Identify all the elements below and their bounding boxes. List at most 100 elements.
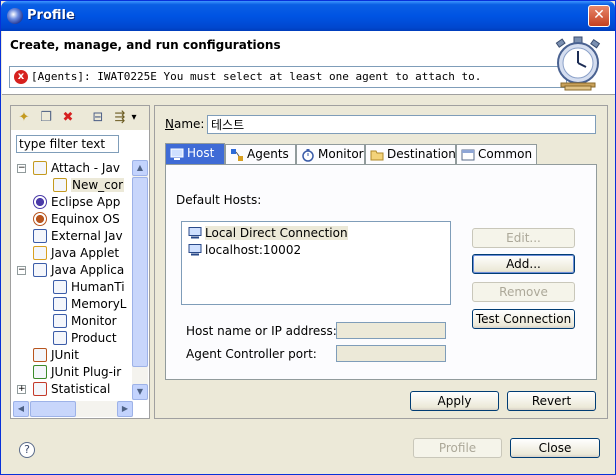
tree-item[interactable]: External Jav [33,228,123,245]
edit-button[interactable]: Edit... [472,228,575,248]
profile-button[interactable]: Profile [413,438,502,458]
error-message-text: [Agents]: IWAT0225E You must select at l… [31,70,482,83]
close-button[interactable]: Close [510,438,600,458]
help-icon[interactable]: ? [19,442,35,458]
left-toolbar: ✦ ❐ ✖ ⊟ ⇶ ▾ [11,106,149,130]
java-app-icon [33,263,47,277]
tree-item-label: JUnit Plug-ir [51,365,122,379]
attach-config-icon [53,178,67,192]
tree-item[interactable]: Equinox OS [33,211,120,228]
new-launch-config-icon[interactable]: ✦ [15,109,33,127]
tree-item-label: Statistical [51,382,111,396]
name-input[interactable] [207,115,596,134]
tree-item[interactable]: New_cor [53,177,125,194]
window-title: Profile [27,8,75,23]
hscroll-thumb[interactable] [30,401,76,417]
tree-item-label: External Jav [51,229,123,243]
tree-item-label: HumanTi [71,280,125,294]
tree-item[interactable]: JUnit Plug-ir [33,364,121,381]
revert-button[interactable]: Revert [507,391,596,411]
eclipse-icon [7,8,23,24]
error-icon: x [14,70,28,84]
tree-item[interactable]: Java Applet [33,245,119,262]
equinox-icon [33,212,47,226]
tree-item-label: Product [71,331,117,345]
tree-item[interactable]: Monitor [53,313,117,330]
name-label: Name: [165,117,205,131]
test-connection-button[interactable]: Test Connection [472,309,575,329]
agent-port-label: Agent Controller port: [186,347,317,361]
attach-icon [33,161,47,175]
delete-config-icon[interactable]: ✖ [59,109,77,127]
scroll-right-icon[interactable]: ▶ [117,401,133,417]
tree-item[interactable]: HumanTi [53,279,125,296]
duplicate-config-icon[interactable]: ❐ [37,109,55,127]
filter-icon[interactable]: ⇶ [111,109,129,127]
filter-menu-chevron-icon[interactable]: ▾ [129,109,139,127]
computer-icon [188,244,202,256]
apply-button[interactable]: Apply [410,391,499,411]
collapse-icon[interactable]: − [17,266,26,275]
monitor-icon [302,149,314,162]
add-button[interactable]: Add... [472,254,575,274]
host-name-input[interactable] [336,322,446,339]
tree-item[interactable]: MemoryL [53,296,127,313]
tab-host[interactable]: Host [165,143,225,165]
collapse-icon[interactable]: − [17,164,26,173]
host-name-label: Host name or IP address: [186,324,337,338]
filter-input[interactable] [16,135,119,153]
computer-icon [188,227,202,239]
collapse-all-icon[interactable]: ⊟ [89,109,107,127]
tree-item[interactable]: JUnit [33,347,79,364]
tree-item[interactable]: Java Applica [33,262,124,279]
tree-item[interactable]: Statistical [33,381,110,398]
common-icon [461,149,475,161]
host-item-label: localhost:10002 [205,243,302,257]
external-java-icon [33,229,47,243]
scroll-up-icon[interactable]: ▲ [132,160,148,176]
statistical-icon [33,382,47,396]
tree-horizontal-scrollbar[interactable]: ◀ ▶ [13,401,133,417]
scroll-down-icon[interactable]: ▼ [132,384,148,400]
host-item-localhost[interactable]: localhost:10002 [188,242,301,258]
tab-destination[interactable]: Destination [365,144,456,165]
host-icon [170,148,184,160]
config-editor-panel: Name: Host Agents Monitor Destination Co… [154,105,608,419]
tree-item-label: JUnit [51,348,79,362]
title-bar[interactable]: Profile ✕ [1,1,615,31]
launch-config-tree[interactable]: − Attach - Jav New_cor Eclipse App Equinox O… [13,160,133,400]
scroll-thumb[interactable] [132,177,148,367]
window-close-button[interactable]: ✕ [588,5,610,27]
banner-title: Create, manage, and run configurations [10,38,281,52]
junit-plugin-icon [33,365,47,379]
profile-dialog: Profile ✕ Create, manage, and run config… [0,0,616,475]
remove-button[interactable]: Remove [472,282,575,302]
host-tab-content: Default Hosts: Local Direct Connection l… [165,164,597,380]
launch-config-tree-panel: ✦ ❐ ✖ ⊟ ⇶ ▾ − Attach - Jav New_cor Eclipse … [10,105,150,419]
eclipse-app-icon [33,195,47,209]
tree-item-label: Monitor [71,314,117,328]
scroll-left-icon[interactable]: ◀ [13,401,29,417]
tree-item-label: Equinox OS [51,212,120,226]
hosts-list[interactable]: Local Direct Connection localhost:10002 [181,221,451,305]
default-hosts-label: Default Hosts: [176,193,262,207]
tab-monitor[interactable]: Monitor [296,144,365,165]
tree-item-label: Java Applica [51,263,125,277]
java-applet-icon [33,246,47,260]
host-item-local-direct[interactable]: Local Direct Connection [188,225,348,241]
junit-icon [33,348,47,362]
tree-item-label: Eclipse App [51,195,121,209]
agent-port-input[interactable] [336,345,446,362]
tree-vertical-scrollbar[interactable]: ▲ ▼ [132,160,148,400]
dialog-banner: Create, manage, and run configurations x… [2,31,615,95]
java-config-icon [53,331,67,345]
tab-common[interactable]: Common [456,144,537,165]
tab-agents[interactable]: Agents [225,144,296,165]
tree-item[interactable]: Eclipse App [33,194,120,211]
folder-icon [370,150,384,161]
tree-item[interactable]: Product [53,330,117,347]
expand-icon[interactable]: + [17,385,26,394]
stopwatch-icon [555,36,601,91]
java-config-icon [53,297,67,311]
tree-item[interactable]: Attach - Jav [33,160,120,177]
